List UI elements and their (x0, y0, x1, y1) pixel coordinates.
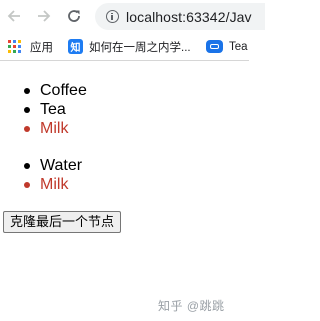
clone-last-node-button[interactable]: 克隆最后一个节点 (3, 211, 122, 233)
bookmark-label: Tea (229, 40, 248, 53)
back-button[interactable] (3, 5, 25, 27)
list-item: Water (0, 156, 82, 175)
info-icon[interactable] (106, 10, 119, 23)
list-item: Milk (0, 175, 82, 194)
bookmark-apps[interactable]: 应用 (8, 38, 53, 55)
drink-list-2: Water Milk (0, 156, 82, 194)
arrow-right-icon (38, 10, 51, 22)
browser-toolbar: localhost:63342/Jav (0, 0, 265, 32)
list-item: Coffee (0, 81, 87, 100)
arrow-left-icon (7, 10, 20, 22)
reload-icon (68, 10, 80, 22)
bookmark-tea[interactable]: Tea (206, 38, 248, 55)
list-item: Milk (0, 119, 87, 138)
bookmark-zhihu[interactable]: 知 如何在一周之内学... (68, 38, 191, 55)
watermark: 知乎 @跳跳 (158, 299, 225, 313)
drink-list-1: Coffee Tea Milk (0, 81, 87, 138)
bookmark-label: 应用 (30, 41, 53, 54)
bookmarks-bar: 应用 知 如何在一周之内学... Tea (0, 32, 249, 61)
bookmark-label: 如何在一周之内学... (89, 41, 191, 54)
apps-grid-icon (8, 40, 21, 53)
url-text: localhost:63342/Jav (126, 8, 252, 25)
zhihu-icon: 知 (68, 39, 83, 54)
list-item: Tea (0, 100, 87, 119)
forward-button[interactable] (33, 5, 55, 27)
tea-icon (206, 40, 223, 53)
reload-button[interactable] (63, 5, 85, 27)
address-bar[interactable]: localhost:63342/Jav (95, 3, 265, 30)
